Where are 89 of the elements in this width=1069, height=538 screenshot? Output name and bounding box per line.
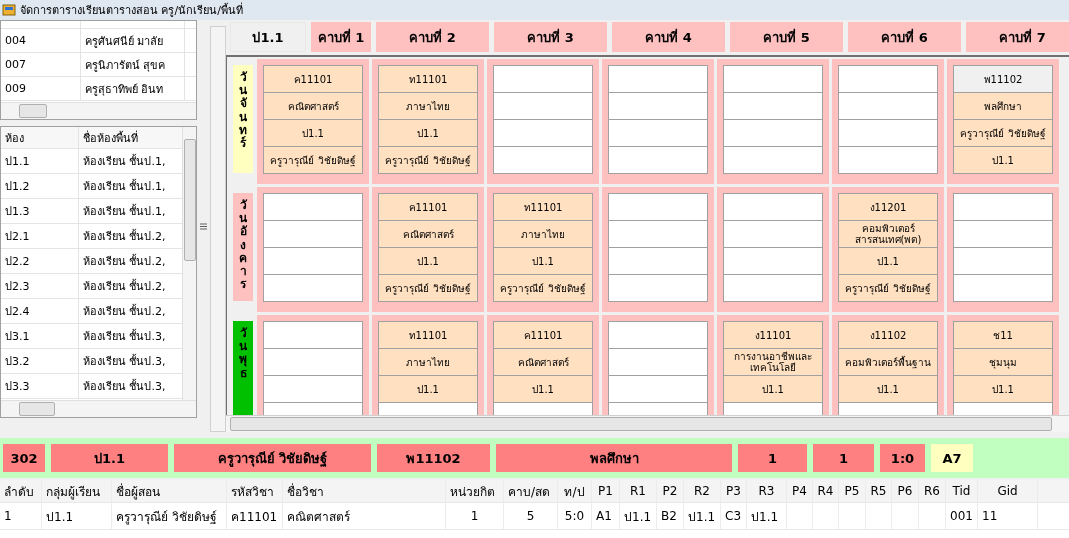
lesson-slot[interactable]: ง11201 คอมพิวเตอร์สารสนเทศ(พต) ป1.1 ครูวารุณีย์ วิชัยดิษฐ์: [832, 187, 944, 312]
period-header: คาบที่ 4: [612, 22, 725, 52]
column-header[interactable]: ท/ป: [558, 480, 592, 502]
column-header[interactable]: R3: [747, 480, 787, 502]
lesson-slot[interactable]: พ11102 พลศึกษา ครูวารุณีย์ วิชัยดิษฐ์ ป1.1: [947, 59, 1059, 184]
period-header: คาบที่ 6: [848, 22, 961, 52]
lesson-slot[interactable]: ค11101 คณิตศาสตร์ ป1.1 ครูวารุณีย์ วิชัยดิษฐ์: [372, 187, 484, 312]
lesson-slot[interactable]: ท11101 ภาษาไทย ป1.1: [372, 315, 484, 415]
column-header[interactable]: ชื่อวิชา: [283, 480, 446, 502]
scrollbar[interactable]: [1, 400, 196, 417]
table-cell: C3: [721, 503, 747, 529]
summary-field: 302: [3, 444, 45, 472]
summary-field: 1: [738, 444, 807, 472]
column-header[interactable]: ชื่อห้องพื้นที่: [79, 127, 182, 148]
window-title: จัดการตารางเรียนตารางสอน ครู/นักเรียน/พื้นที่: [20, 1, 243, 19]
period-header: คาบที่ 5: [730, 22, 843, 52]
summary-field: 1:0: [880, 444, 925, 472]
column-header[interactable]: R2: [684, 480, 721, 502]
day-label: วันจันทร์: [233, 65, 253, 173]
column-header[interactable]: P6: [892, 480, 919, 502]
empty-slot[interactable]: [602, 315, 714, 415]
empty-slot[interactable]: [602, 187, 714, 312]
column-header[interactable]: ห้อง: [1, 127, 79, 148]
empty-slot[interactable]: [602, 59, 714, 184]
summary-field: ป1.1: [51, 444, 168, 472]
empty-slot[interactable]: [717, 187, 829, 312]
empty-slot[interactable]: [717, 59, 829, 184]
empty-slot[interactable]: [947, 187, 1059, 312]
period-header: คาบที่ 2: [376, 22, 489, 52]
column-header[interactable]: รหัสวิชา: [227, 480, 283, 502]
column-header[interactable]: R4: [813, 480, 839, 502]
column-header[interactable]: คาบ/สด: [504, 480, 558, 502]
empty-slot[interactable]: [487, 59, 599, 184]
table-cell: A1: [592, 503, 620, 529]
column-header[interactable]: R1: [620, 480, 657, 502]
period-header: คาบที่ 1: [311, 22, 371, 52]
table-cell: คณิตศาสตร์: [283, 503, 446, 529]
scrollbar[interactable]: [210, 26, 226, 432]
table-cell: 5:0: [558, 503, 592, 529]
summary-field: พ11102: [377, 444, 490, 472]
summary-field: 1: [813, 444, 874, 472]
lesson-slot[interactable]: ท11101 ภาษาไทย ป1.1 ครูวารุณีย์ วิชัยดิษฐ์: [372, 59, 484, 184]
column-header[interactable]: P3: [721, 480, 747, 502]
column-header[interactable]: R6: [919, 480, 946, 502]
lesson-slot[interactable]: ง11101 การงานอาชีพและเทคโนโลยี ป1.1: [717, 315, 829, 415]
summary-field: ครูวารุณีย์ วิชัยดิษฐ์: [174, 444, 371, 472]
table-cell: ป1.1: [684, 503, 721, 529]
table-cell: ป1.1: [747, 503, 787, 529]
table-cell: ค11101: [227, 503, 283, 529]
column-header[interactable]: P5: [839, 480, 866, 502]
table-cell: 5: [504, 503, 558, 529]
grip-icon[interactable]: [200, 222, 207, 230]
table-cell: 1: [0, 503, 42, 529]
column-header[interactable]: ลำดับ: [0, 480, 42, 502]
scrollbar[interactable]: [182, 127, 196, 400]
empty-slot[interactable]: [257, 187, 369, 312]
column-header[interactable]: กลุ่มผู้เรียน: [42, 480, 112, 502]
table-cell: ป1.1: [620, 503, 657, 529]
lesson-slot[interactable]: ช11 ชุมนุม ป1.1: [947, 315, 1059, 415]
column-header[interactable]: ชื่อผู้สอน: [112, 480, 227, 502]
scrollbar[interactable]: [1, 102, 196, 119]
period-header: คาบที่ 3: [494, 22, 607, 52]
scrollbar[interactable]: [226, 415, 1069, 432]
empty-slot[interactable]: [832, 59, 944, 184]
lesson-slot[interactable]: ท11101 ภาษาไทย ป1.1 ครูวารุณีย์ วิชัยดิษฐ์: [487, 187, 599, 312]
group-label: ป1.1: [230, 22, 306, 52]
column-header[interactable]: P1: [592, 480, 620, 502]
lesson-slot[interactable]: ค11101 คณิตศาสตร์ ป1.1 ครูวารุณีย์ วิชัยดิษฐ์: [257, 59, 369, 184]
table-cell: 1: [446, 503, 504, 529]
column-header[interactable]: Gid: [978, 480, 1038, 502]
empty-slot[interactable]: [257, 315, 369, 415]
column-header[interactable]: หน่วยกิต: [446, 480, 504, 502]
lesson-slot[interactable]: ง11102 คอมพิวเตอร์พื้นฐาน ป1.1: [832, 315, 944, 415]
summary-field: A7: [931, 444, 973, 472]
table-cell: 001: [946, 503, 978, 529]
table-cell: ครูวารุณีย์ วิชัยดิษฐ์: [112, 503, 227, 529]
column-header[interactable]: Tid: [946, 480, 978, 502]
column-header[interactable]: R5: [866, 480, 892, 502]
period-header: คาบที่ 7: [966, 22, 1069, 52]
day-label: วันพุธ: [233, 321, 253, 415]
table-cell: ป1.1: [42, 503, 112, 529]
summary-field: พลศึกษา: [496, 444, 732, 472]
column-header[interactable]: P4: [787, 480, 813, 502]
lesson-slot[interactable]: ค11101 คณิตศาสตร์ ป1.1: [487, 315, 599, 415]
day-label: วันอังคาร: [233, 193, 253, 301]
table-cell: B2: [657, 503, 684, 529]
app-icon: [2, 3, 16, 17]
table-cell: 11: [978, 503, 1038, 529]
column-header[interactable]: P2: [657, 480, 684, 502]
